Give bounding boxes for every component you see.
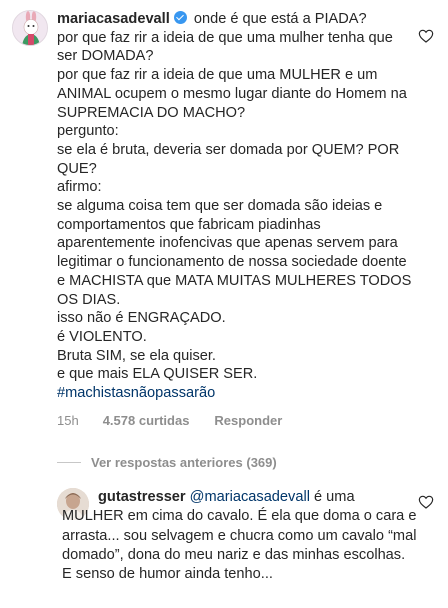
mention-link[interactable]: @mariacasadevall — [190, 489, 310, 505]
comment-line: se ela é bruta, deveria ser domada por Q… — [57, 141, 404, 177]
hashtag-link[interactable]: #machistasnãopassarão — [57, 385, 215, 401]
comment-line: e que mais ELA QUISER SER. — [57, 366, 258, 383]
comment-meta: 15h 4.578 curtidas Responder — [57, 413, 307, 428]
divider-line — [57, 462, 81, 463]
comment-line: por que faz rir a ideia de que uma mulhe… — [57, 29, 397, 65]
comment-line: é VIOLENTO. — [57, 328, 147, 345]
comment-line: isso não é ENGRAÇADO. — [57, 310, 226, 327]
comment-text: mariacasadevall onde é que está a PIADA?… — [57, 10, 412, 403]
likes-count[interactable]: 4.578 curtidas — [103, 413, 190, 428]
reply-text: gutastresser @mariacasadevall é uma MULH… — [62, 488, 417, 584]
reply-button[interactable]: Responder — [214, 413, 282, 428]
reply-username[interactable]: gutastresser — [98, 489, 186, 505]
verified-badge-icon — [173, 11, 187, 24]
avatar[interactable] — [12, 10, 48, 46]
comment-line: onde é que está a PIADA? — [193, 11, 367, 27]
heart-outline-icon[interactable] — [418, 494, 434, 510]
view-previous-replies[interactable]: Ver respostas anteriores (369) — [57, 455, 277, 470]
view-previous-replies-label[interactable]: Ver respostas anteriores (369) — [91, 455, 277, 470]
comment-line: pergunto: — [57, 123, 119, 140]
heart-outline-icon[interactable] — [418, 28, 434, 44]
comment-time: 15h — [57, 413, 79, 428]
comment-line: se alguma coisa tem que ser domada são i… — [57, 198, 416, 308]
comment-line: Bruta SIM, se ela quiser. — [57, 347, 216, 364]
comment-line: afirmo: — [57, 179, 102, 196]
comment-username[interactable]: mariacasadevall — [57, 11, 170, 27]
avatar-illustration-icon — [13, 11, 47, 45]
comment-line: por que faz rir a ideia de que uma MULHE… — [57, 67, 411, 121]
